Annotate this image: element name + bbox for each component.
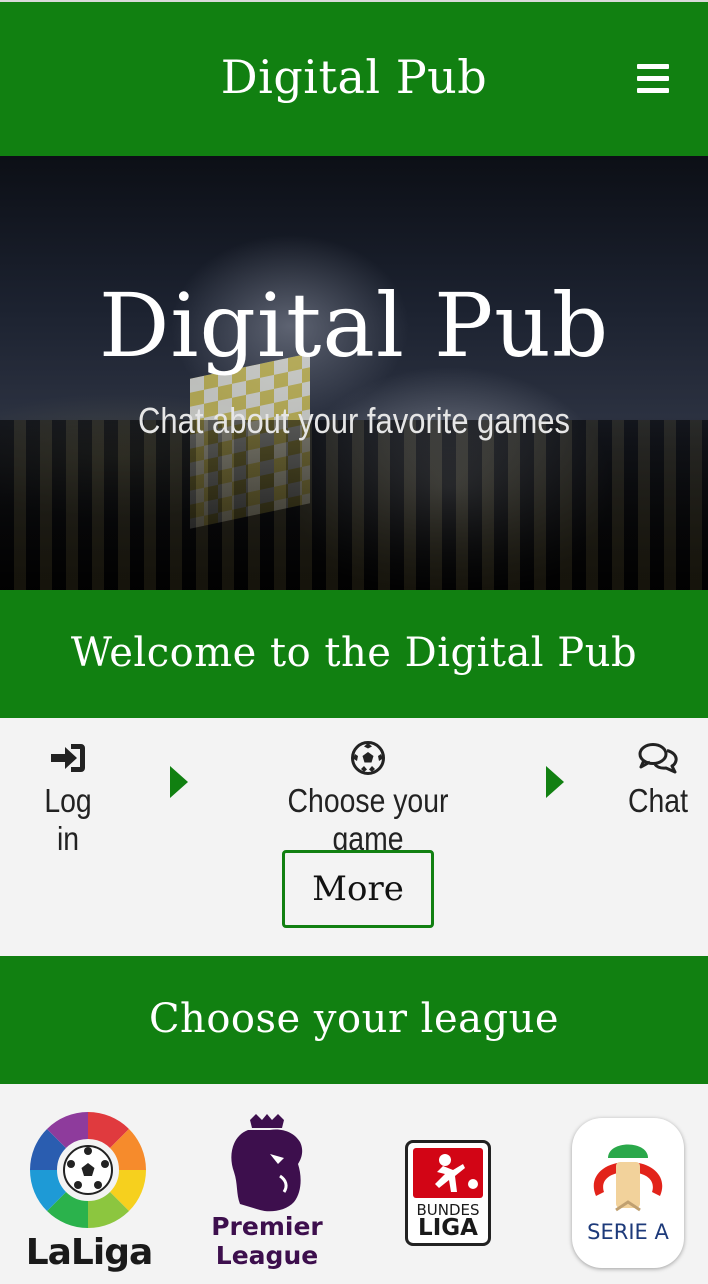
sign-in-icon [51, 744, 85, 772]
step-choose-game[interactable]: Choose your game [236, 740, 500, 858]
bundesliga-player-icon [435, 1154, 478, 1192]
premier-league-lion-logo [231, 1114, 303, 1212]
step-label: Choose your game [287, 782, 449, 857]
serie-a-emblem [593, 1144, 663, 1212]
premier-league-logo-text-1: Premier [211, 1212, 323, 1241]
premier-league-logo-text-2: League [215, 1241, 319, 1270]
hero-banner: Digital Pub Chat about your favorite gam… [0, 156, 708, 590]
league-banner: Choose your league [0, 956, 708, 1084]
step-label: Log in [44, 782, 92, 857]
brand-title[interactable]: Digital Pub [0, 50, 708, 104]
hero-crowd-decoration [0, 420, 708, 590]
step-chat[interactable]: Chat [618, 740, 698, 820]
chat-bubbles-icon [638, 743, 678, 774]
arrow-right-icon [170, 766, 188, 798]
more-button[interactable]: More [282, 850, 434, 928]
hero-subtitle: Chat about your favorite games [138, 400, 570, 441]
soccer-ball-icon [351, 741, 385, 775]
steps-section: Log in Choose your game Chat More [0, 718, 708, 956]
welcome-banner: Welcome to the Digital Pub [0, 590, 708, 718]
league-laliga[interactable]: LaLiga [24, 1108, 154, 1280]
league-serie-a[interactable]: SERIE A [572, 1118, 684, 1268]
league-bundesliga[interactable]: BUNDES LIGA [405, 1140, 493, 1248]
bundesliga-logo-red-field [413, 1148, 483, 1198]
league-premier-league[interactable]: Premier League [210, 1114, 324, 1276]
bundesliga-logo-text-2: LIGA [418, 1215, 478, 1241]
welcome-heading: Welcome to the Digital Pub [70, 630, 638, 676]
serie-a-logo-text: SERIE A [587, 1220, 669, 1244]
serie-a-logo: SERIE A [572, 1118, 684, 1268]
league-heading: Choose your league [148, 996, 560, 1042]
step-log-in[interactable]: Log in [28, 740, 108, 858]
hero-title: Digital Pub [98, 274, 610, 377]
bundesliga-logo: BUNDES LIGA [405, 1140, 491, 1246]
top-navbar: Digital Pub [0, 0, 708, 156]
league-list: LaLiga Premier League BUNDES LIGA SERIE … [0, 1084, 708, 1284]
hamburger-menu-icon[interactable] [637, 64, 669, 94]
arrow-right-icon [546, 766, 564, 798]
step-label: Chat [628, 782, 688, 819]
laliga-logo-text: LaLiga [25, 1232, 154, 1273]
